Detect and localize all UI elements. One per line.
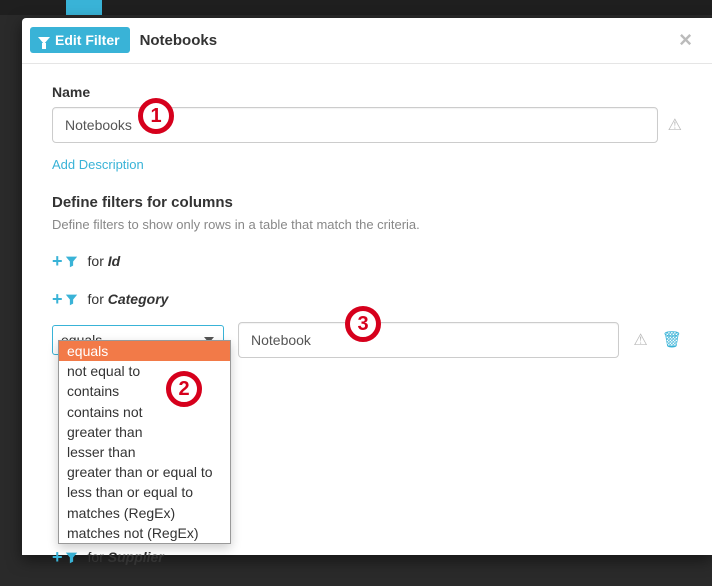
warning-icon: ⚠ [633,330,647,350]
column-name-id: Id [108,253,120,269]
modal-header: Edit Filter Notebooks × [22,18,712,64]
annotation-badge: 2 [166,371,202,407]
modal-title-context: Notebooks [140,32,218,49]
background-top-bar [0,0,712,15]
add-condition-icon[interactable]: + [52,548,63,566]
annotation-badge: 1 [138,98,174,134]
filter-controls: + [52,252,78,270]
funnel-icon [38,37,50,44]
funnel-icon[interactable] [65,551,78,564]
bg-accent [66,0,102,15]
edit-filter-label: Edit Filter [55,32,120,48]
add-description-link[interactable]: Add Description [52,157,144,172]
operator-option[interactable]: equals [59,341,230,361]
filter-controls: + [52,548,78,566]
add-condition-icon[interactable]: + [52,290,63,308]
operator-option[interactable]: less than or equal to [59,482,230,502]
for-label: for [88,291,104,307]
operator-option[interactable]: contains not [59,402,230,422]
edit-filter-badge: Edit Filter [30,27,130,53]
operator-option[interactable]: not equal to [59,361,230,381]
operator-option[interactable]: greater than or equal to [59,462,230,482]
warning-icon: ⚠ [668,115,682,135]
funnel-icon[interactable] [65,293,78,306]
operator-dropdown: equals not equal to contains contains no… [58,340,231,544]
trash-icon[interactable]: 🗑 [662,330,682,350]
condition-value-input[interactable] [238,322,619,358]
filter-column-row-supplier: + for Supplier [52,548,682,566]
funnel-icon[interactable] [65,255,78,268]
filter-column-row-id: + for Id [52,252,682,270]
column-name-category: Category [108,291,169,307]
operator-option[interactable]: lesser than [59,442,230,462]
for-label: for [88,253,104,269]
column-name-supplier: Supplier [108,549,164,565]
operator-option[interactable]: contains [59,381,230,401]
annotation-badge: 3 [345,306,381,342]
operator-option[interactable]: matches (RegEx) [59,503,230,523]
operator-option[interactable]: greater than [59,422,230,442]
for-label: for [88,549,104,565]
add-condition-icon[interactable]: + [52,252,63,270]
filters-subheading: Define filters to show only rows in a ta… [52,217,682,232]
filter-controls: + [52,290,78,308]
name-label: Name [52,84,682,100]
filters-heading: Define filters for columns [52,194,682,211]
close-icon[interactable]: × [679,29,692,51]
filter-column-row-category: + for Category [52,290,682,308]
operator-option[interactable]: matches not (RegEx) [59,523,230,543]
